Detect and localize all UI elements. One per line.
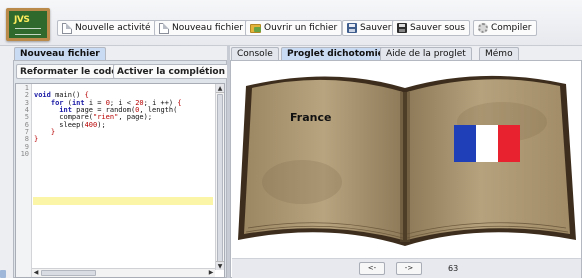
book-page-text: France	[290, 111, 331, 124]
code-line: sleep(400);	[34, 120, 106, 129]
logo-text: JVS	[14, 15, 30, 25]
scroll-down-arrow-icon[interactable]: ▼	[216, 261, 224, 270]
scroll-up-arrow-icon[interactable]: ▲	[216, 84, 224, 93]
next-page-button[interactable]: ->	[396, 262, 422, 275]
open-book-illustration: France	[238, 75, 576, 247]
new-activity-button[interactable]: Nouvelle activité	[57, 20, 156, 36]
line-number: 8	[24, 135, 29, 144]
save-label: Sauver	[360, 23, 392, 33]
editor-panel: Nouveau fichier Reformater le code Activ…	[13, 46, 230, 278]
new-document-icon	[62, 22, 72, 34]
code-line: compare("rien", page);	[34, 113, 153, 122]
open-folder-icon	[250, 23, 261, 33]
proglet-panel: Console Proglet dichotomie Aide de la pr…	[230, 46, 582, 278]
new-activity-label: Nouvelle activité	[75, 23, 151, 33]
save-disk-icon	[347, 23, 357, 33]
line-number: 4	[24, 106, 29, 115]
open-file-label: Ouvrir un fichier	[264, 23, 338, 33]
line-number: 7	[24, 128, 29, 137]
code-editor[interactable]: 1 2 3 4 5 6 7 8 9 10 void main() { for (…	[15, 83, 225, 278]
tab-proglet-help[interactable]: Aide de la proglet	[380, 47, 472, 60]
vertical-scroll-thumb[interactable]	[217, 94, 223, 264]
scroll-right-arrow-icon[interactable]: ▶	[207, 269, 215, 277]
line-number: 6	[24, 120, 29, 129]
code-line: }	[34, 135, 39, 144]
save-as-button[interactable]: Sauver sous	[392, 20, 470, 36]
flag-red-stripe	[498, 125, 520, 162]
horizontal-scroll-thumb[interactable]	[41, 270, 96, 276]
new-file-label: Nouveau fichier	[172, 23, 243, 33]
line-number: 2	[24, 91, 29, 100]
editor-panel-body: Reformater le code Activer la complétion…	[13, 60, 230, 278]
scroll-left-arrow-icon[interactable]: ◀	[32, 269, 40, 277]
line-number: 1	[24, 84, 29, 92]
flag-white-stripe	[476, 125, 498, 162]
page-stain	[262, 160, 342, 204]
tab-console[interactable]: Console	[231, 47, 279, 60]
code-line: void main() {	[34, 91, 89, 100]
previous-page-button[interactable]: <-	[359, 262, 385, 275]
save-button[interactable]: Sauver	[342, 20, 397, 36]
code-line: }	[50, 128, 56, 137]
line-number: 5	[24, 113, 29, 122]
page-number: 63	[448, 264, 459, 273]
enable-completion-button[interactable]: Activer la complétion	[113, 64, 230, 79]
book-left-page	[244, 79, 403, 241]
status-corner-icon	[0, 270, 6, 278]
open-file-button[interactable]: Ouvrir un fichier	[245, 20, 343, 36]
proglet-panel-body: France <- -> 63	[230, 60, 582, 278]
logo-chalk-scribble	[15, 28, 41, 35]
app-logo: JVS	[6, 8, 50, 41]
tab-proglet-dichotomie[interactable]: Proglet dichotomie	[281, 47, 390, 60]
editor-vertical-scrollbar[interactable]: ▲ ▼	[215, 84, 224, 270]
line-number-gutter: 1 2 3 4 5 6 7 8 9 10	[16, 84, 32, 277]
book-view: France	[232, 62, 581, 258]
compile-button[interactable]: Compiler	[473, 20, 537, 36]
save-as-disk-icon	[397, 23, 407, 33]
new-file-icon	[159, 22, 169, 34]
current-line-highlight	[33, 197, 213, 205]
line-number: 9	[24, 142, 29, 151]
code-line: int page = random(0, length(	[59, 106, 178, 115]
line-number: 3	[24, 98, 29, 107]
compile-label: Compiler	[491, 23, 532, 33]
gear-icon	[478, 23, 488, 33]
new-file-button[interactable]: Nouveau fichier	[154, 20, 248, 36]
line-number: 10	[20, 150, 29, 159]
code-lines[interactable]: void main() { for (int i = 0; i < 20; i …	[34, 84, 216, 157]
tab-new-file[interactable]: Nouveau fichier	[14, 47, 106, 60]
code-line: for (int i = 0; i < 20; i ++) {	[50, 98, 182, 107]
book-spine	[400, 92, 410, 242]
proglet-navigation-bar: <- -> 63	[232, 258, 581, 278]
save-as-label: Sauver sous	[410, 23, 465, 33]
editor-horizontal-scrollbar[interactable]: ◀ ▶	[32, 268, 215, 277]
flag-blue-stripe	[454, 125, 476, 162]
main-toolbar: JVS Nouvelle activité Nouveau fichier Ou…	[0, 0, 582, 46]
reformat-code-button[interactable]: Reformater le code	[16, 64, 122, 79]
tab-memo[interactable]: Mémo	[479, 47, 519, 60]
